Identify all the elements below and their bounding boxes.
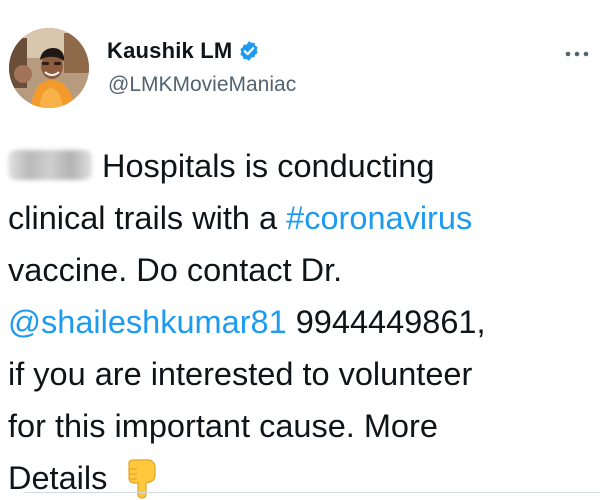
hashtag-link[interactable]: #coronavirus <box>286 200 472 236</box>
author-avatar[interactable] <box>9 28 89 108</box>
tweet-line: if you are interested to volunteer <box>8 348 593 400</box>
tweet-text: Hospitals is conducting clinical trails … <box>8 140 593 500</box>
tweet-line: for this important cause. More <box>8 400 593 452</box>
tweet-text-segment: for this important cause. More <box>8 408 438 444</box>
tweet-text-segment: 9944449861, <box>286 304 486 340</box>
tweet-text-segment: if you are interested to volunteer <box>8 356 473 392</box>
divider <box>24 492 600 493</box>
author-name-row[interactable]: Kaushik LM <box>107 36 260 66</box>
tweet-text-segment: Hospitals is conducting <box>102 148 435 184</box>
pointing-down-emoji-icon <box>123 459 159 499</box>
avatar-photo-icon <box>9 28 89 108</box>
more-options-icon[interactable] <box>562 44 592 64</box>
tweet-text-segment: vaccine. Do contact Dr. <box>8 252 343 288</box>
author-handle[interactable]: @LMKMovieManiac <box>108 73 296 97</box>
redacted-name-blur <box>8 150 92 180</box>
tweet-card: Kaushik LM @LMKMovieManiac Hospitals is … <box>0 0 600 500</box>
tweet-text-segment: clinical trails with a <box>8 200 287 236</box>
tweet-line: clinical trails with a #coronavirus <box>8 192 593 244</box>
tweet-text-segment: Details <box>8 460 108 496</box>
mention-link[interactable]: @shaileshkumar81 <box>8 304 287 340</box>
author-display-name[interactable]: Kaushik LM <box>107 38 232 64</box>
tweet-line: Hospitals is conducting <box>8 140 593 192</box>
verified-badge-icon <box>238 40 260 62</box>
tweet-line: vaccine. Do contact Dr. <box>8 244 593 296</box>
tweet-line: @shaileshkumar81 9944449861, <box>8 296 593 348</box>
